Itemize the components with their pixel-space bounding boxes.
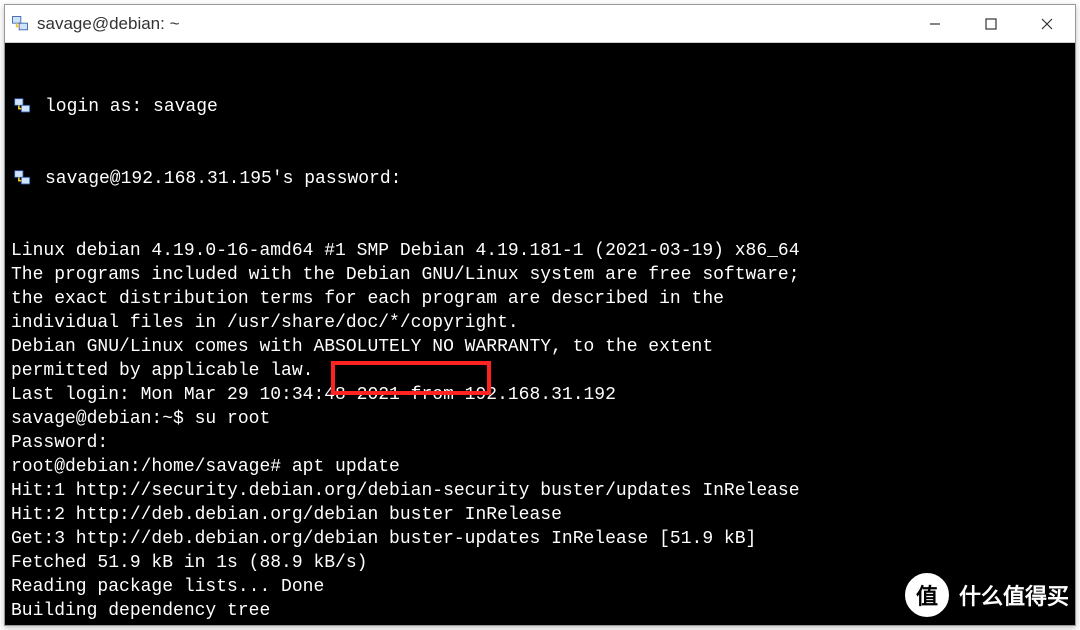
terminal-line: Linux debian 4.19.0-16-amd64 #1 SMP Debi… bbox=[11, 239, 1069, 263]
putty-terminals-icon bbox=[11, 97, 39, 117]
terminal-output[interactable]: login as: savage savage@192.168.31.195's… bbox=[5, 43, 1075, 625]
minimize-button[interactable] bbox=[907, 5, 963, 42]
login-prompt: login as: savage bbox=[45, 95, 218, 119]
window-title: savage@debian: ~ bbox=[37, 14, 180, 34]
terminal-line: The programs included with the Debian GN… bbox=[11, 263, 1069, 287]
terminal-window: savage@debian: ~ ▴ ▾ bbox=[4, 4, 1076, 626]
watermark-badge-icon: 值 bbox=[903, 571, 951, 619]
password-prompt: savage@192.168.31.195's password: bbox=[45, 167, 401, 191]
terminal-line: Hit:2 http://deb.debian.org/debian buste… bbox=[11, 503, 1069, 527]
terminal-line: individual files in /usr/share/doc/*/cop… bbox=[11, 311, 1069, 335]
terminal-line: Hit:1 http://security.debian.org/debian-… bbox=[11, 479, 1069, 503]
close-button[interactable] bbox=[1019, 5, 1075, 42]
terminal-line: root@debian:/home/savage# apt update bbox=[11, 455, 1069, 479]
terminal-line: Reading state information... Done bbox=[11, 623, 1069, 625]
title-left: savage@debian: ~ bbox=[5, 13, 180, 35]
terminal-line: permitted by applicable law. bbox=[11, 359, 1069, 383]
terminal-line: the exact distribution terms for each pr… bbox=[11, 287, 1069, 311]
terminal-line: Debian GNU/Linux comes with ABSOLUTELY N… bbox=[11, 335, 1069, 359]
watermark-text: 什么值得买 bbox=[959, 579, 1069, 611]
terminal-line: Password: bbox=[11, 431, 1069, 455]
putty-terminals-icon bbox=[11, 169, 39, 189]
app-icon bbox=[9, 13, 31, 35]
terminal-line: savage@192.168.31.195's password: bbox=[11, 167, 1069, 191]
terminal-line: Get:3 http://deb.debian.org/debian buste… bbox=[11, 527, 1069, 551]
window-controls bbox=[907, 5, 1075, 42]
terminal-line: Last login: Mon Mar 29 10:34:48 2021 fro… bbox=[11, 383, 1069, 407]
terminal-line: login as: savage bbox=[11, 95, 1069, 119]
titlebar[interactable]: savage@debian: ~ bbox=[5, 5, 1075, 43]
terminal-line: savage@debian:~$ su root bbox=[11, 407, 1069, 431]
maximize-button[interactable] bbox=[963, 5, 1019, 42]
watermark: 值 什么值得买 bbox=[903, 571, 1069, 619]
